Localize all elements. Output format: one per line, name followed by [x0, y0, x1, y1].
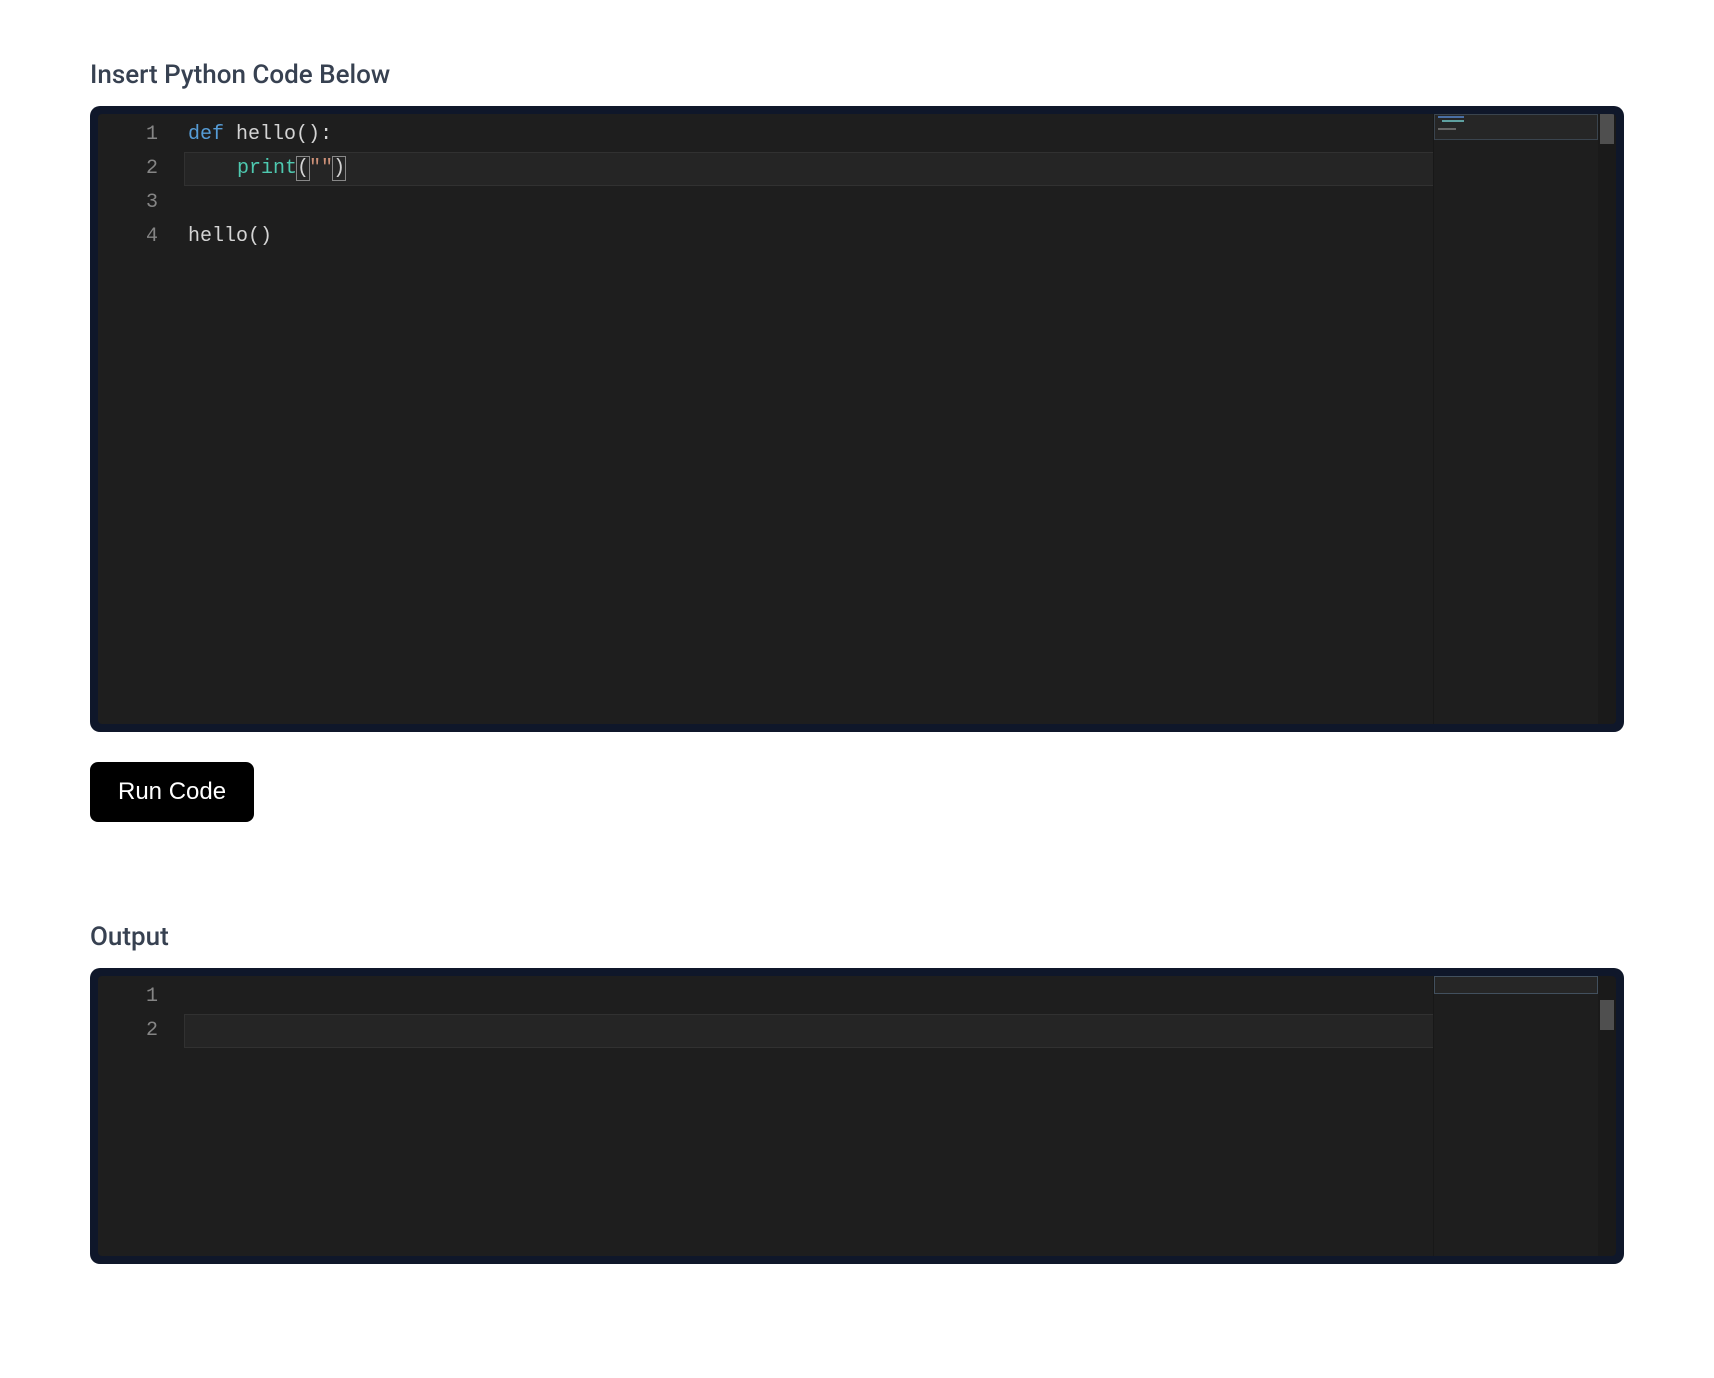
code-section-label: Insert Python Code Below: [90, 60, 1624, 90]
code-line: hello(): [188, 220, 1596, 254]
output-text-area: [188, 980, 1616, 1048]
output-section: Output 1 2: [90, 922, 1624, 1264]
output-scrollbar[interactable]: [1598, 976, 1616, 1256]
output-editor-content: 1 2: [98, 976, 1616, 1048]
line-number: 2: [98, 1014, 158, 1048]
line-number: 1: [98, 980, 158, 1014]
line-number: 2: [98, 152, 158, 186]
code-editor-container: 1 2 3 4 def hello(): print("") hello(): [90, 106, 1624, 732]
output-gutter: 1 2: [98, 980, 188, 1048]
output-minimap[interactable]: [1433, 976, 1598, 1256]
code-scrollbar-thumb[interactable]: [1600, 114, 1614, 144]
line-number: 3: [98, 186, 158, 220]
minimap-viewport: [1434, 976, 1598, 994]
output-line: [188, 980, 1596, 1014]
code-line: print(""): [184, 152, 1596, 186]
output-line: [184, 1014, 1596, 1048]
code-text-area[interactable]: def hello(): print("") hello(): [188, 118, 1616, 254]
output-scrollbar-thumb[interactable]: [1600, 1000, 1614, 1030]
line-number: 1: [98, 118, 158, 152]
output-section-label: Output: [90, 922, 1624, 952]
output-editor-container: 1 2: [90, 968, 1624, 1264]
run-code-button[interactable]: Run Code: [90, 762, 254, 822]
code-minimap[interactable]: [1433, 114, 1598, 724]
code-section: Insert Python Code Below 1 2 3 4 def hel…: [90, 60, 1624, 902]
output-editor: 1 2: [98, 976, 1616, 1256]
code-editor[interactable]: 1 2 3 4 def hello(): print("") hello(): [98, 114, 1616, 724]
code-scrollbar[interactable]: [1598, 114, 1616, 724]
code-line: [188, 186, 1596, 220]
code-editor-content: 1 2 3 4 def hello(): print("") hello(): [98, 114, 1616, 254]
code-gutter: 1 2 3 4: [98, 118, 188, 254]
line-number: 4: [98, 220, 158, 254]
code-line: def hello():: [188, 118, 1596, 152]
